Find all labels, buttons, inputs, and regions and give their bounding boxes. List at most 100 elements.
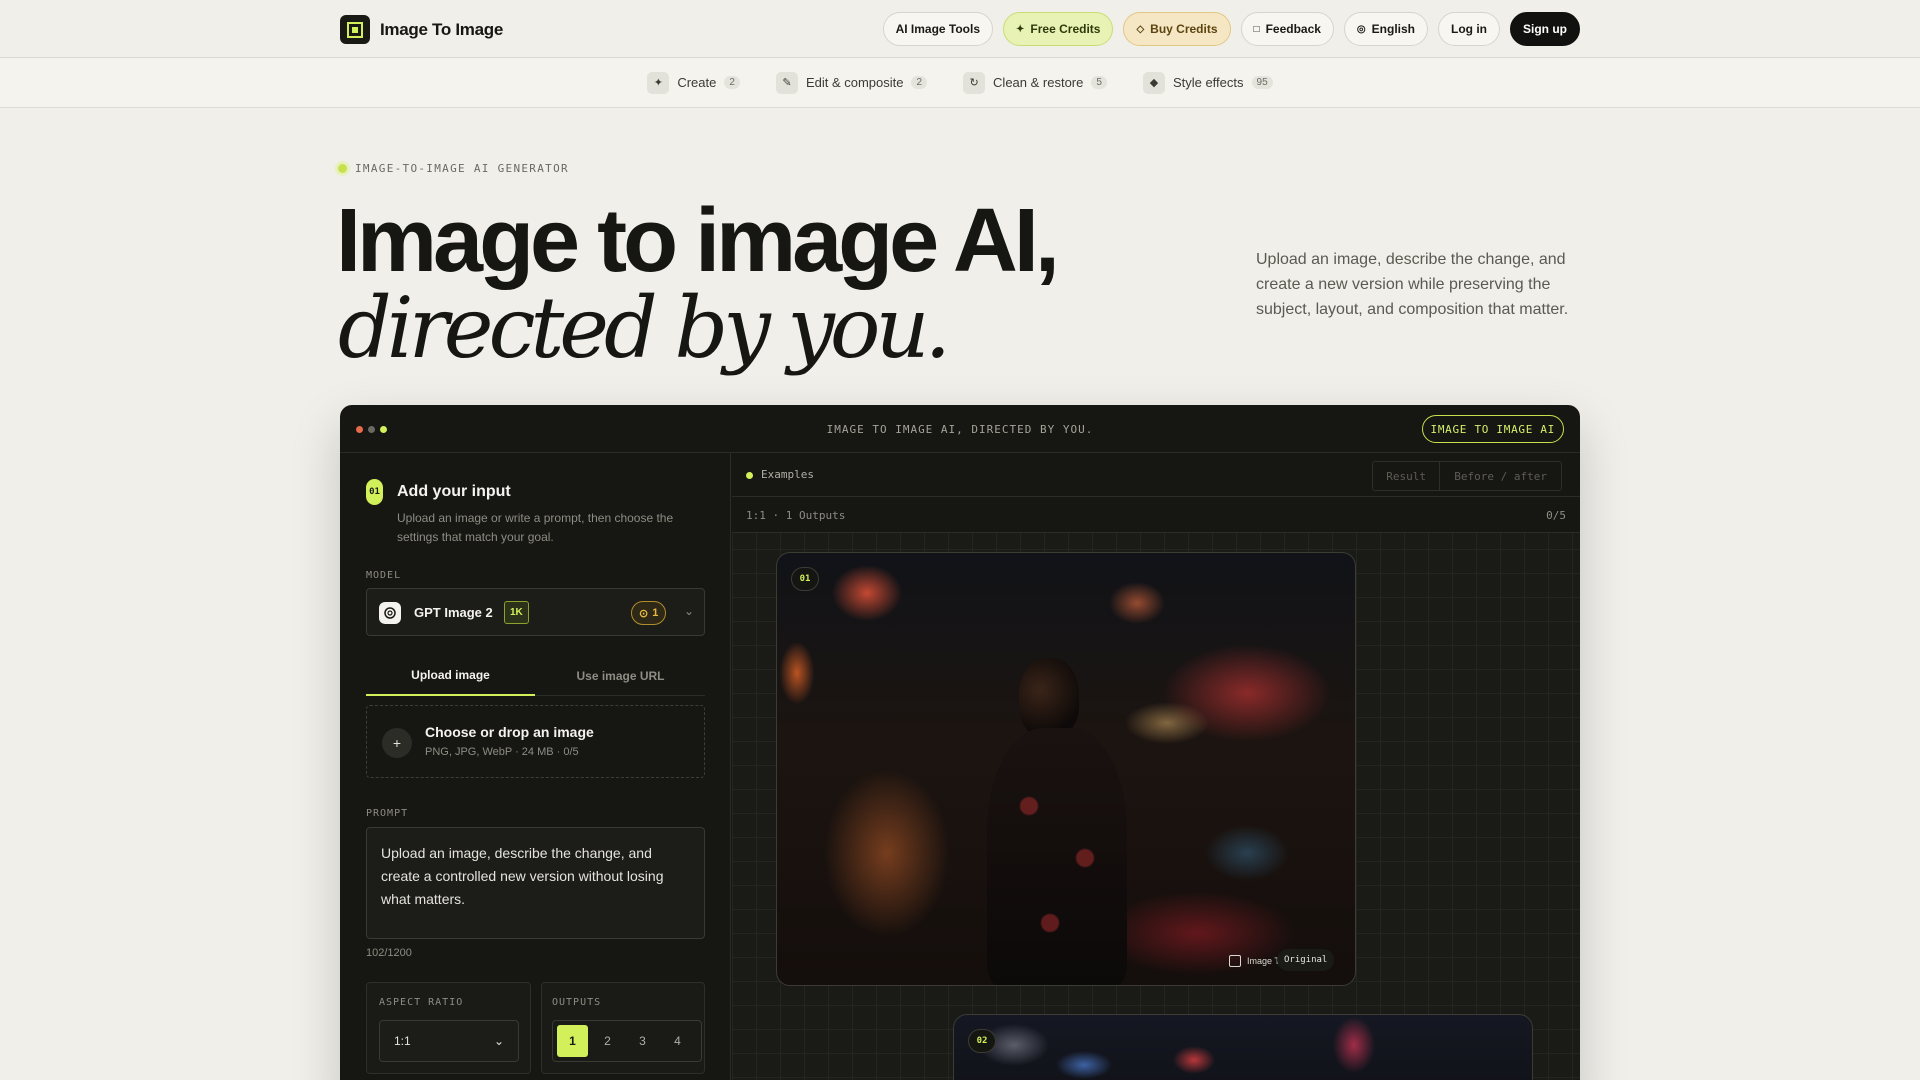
- outputs-selector: 1 2 3 4: [552, 1020, 702, 1062]
- example-card[interactable]: 01 Image To Image Original: [776, 552, 1356, 986]
- outputs-box: OUTPUTS 1 2 3 4: [541, 982, 705, 1074]
- category-count: 2: [911, 76, 928, 89]
- examples-panel: Examples Result Before / after 1:1 · 1 O…: [732, 453, 1580, 1080]
- input-panel: 01 Add your input Upload an image or wri…: [340, 453, 731, 1080]
- step-description: Upload an image or write a prompt, then …: [397, 511, 674, 544]
- outputs-option[interactable]: 4: [662, 1025, 693, 1057]
- dropzone-subtitle: PNG, JPG, WebP · 24 MB · 0/5: [425, 746, 579, 758]
- sparkle-icon: ✦: [1016, 23, 1025, 35]
- feedback-button[interactable]: □ Feedback: [1240, 12, 1334, 46]
- outputs-option[interactable]: 3: [627, 1025, 658, 1057]
- prompt-char-count: 102/1200: [366, 947, 412, 959]
- category-count: 5: [1091, 76, 1107, 89]
- language-label: English: [1371, 22, 1415, 36]
- status-dot-icon: [746, 472, 753, 479]
- top-nav: Image To Image AI Image Tools ✦ Free Cred…: [0, 0, 1920, 58]
- model-label: MODEL: [366, 570, 402, 581]
- model-resolution-tag: 1K: [504, 601, 529, 624]
- credit-cost-chip: ⊙ 1: [631, 601, 667, 625]
- hero-title: Image to image AI,: [336, 191, 1060, 291]
- aspect-ratio-value: 1:1: [394, 1034, 411, 1048]
- category-label: Edit & composite: [805, 75, 904, 90]
- app-window-title: IMAGE TO IMAGE AI, DIRECTED BY YOU.: [826, 423, 1094, 436]
- feedback-label: Feedback: [1265, 22, 1321, 36]
- aspect-ratio-box: ASPECT RATIO 1:1 ⌄: [366, 982, 531, 1074]
- examples-counter: 0/5: [1546, 509, 1566, 522]
- signup-label: Sign up: [1523, 22, 1567, 36]
- example-card[interactable]: 02: [953, 1014, 1533, 1080]
- chevron-down-icon: ⌄: [683, 604, 694, 618]
- category-label: Clean & restore: [993, 75, 1084, 90]
- outputs-option[interactable]: 1: [557, 1025, 588, 1057]
- app-titlebar: IMAGE TO IMAGE AI, DIRECTED BY YOU. IMAG…: [340, 405, 1580, 453]
- category-create[interactable]: ✦ Create 2: [647, 71, 740, 94]
- prompt-textarea[interactable]: Upload an image, describe the change, an…: [366, 827, 705, 939]
- category-edit-composite[interactable]: ✎ Edit & composite 2: [775, 71, 928, 94]
- category-style-effects[interactable]: ◆ Style effects 95: [1142, 71, 1273, 94]
- example-photo-subject: [987, 728, 1127, 985]
- examples-header: Examples Result Before / after: [732, 453, 1580, 497]
- login-button[interactable]: Log in: [1438, 12, 1500, 46]
- dropzone-title: Choose or drop an image: [425, 724, 594, 740]
- ai-image-tools-button[interactable]: AI Image Tools: [882, 12, 994, 46]
- examples-meta: 1:1 · 1 Outputs: [746, 509, 846, 522]
- hero-eyebrow-label: IMAGE-TO-IMAGE AI GENERATOR: [355, 162, 569, 175]
- brand-name: Image To Image: [380, 19, 504, 39]
- hero-description: Upload an image, describe the change, an…: [1256, 251, 1569, 318]
- category-label: Create: [677, 75, 717, 90]
- coin-icon: ⊙: [639, 607, 649, 620]
- signup-button[interactable]: Sign up: [1510, 12, 1580, 46]
- hero-eyebrow: IMAGE-TO-IMAGE AI GENERATOR: [338, 162, 569, 175]
- login-label: Log in: [1451, 22, 1487, 36]
- sparkle-icon: ✦: [647, 71, 670, 94]
- app-window: IMAGE TO IMAGE AI, DIRECTED BY YOU. IMAG…: [340, 405, 1580, 1080]
- diamond-icon: ◇: [1136, 23, 1145, 35]
- free-credits-button[interactable]: ✦ Free Credits: [1003, 12, 1114, 46]
- refresh-icon: ↻: [963, 71, 986, 94]
- plus-icon: +: [382, 728, 412, 758]
- examples-label: Examples: [761, 468, 814, 481]
- step-title: Add your input: [397, 483, 511, 500]
- category-label: Style effects: [1172, 75, 1244, 90]
- view-toggle: Result Before / after: [1372, 461, 1562, 491]
- free-credits-label: Free Credits: [1030, 22, 1101, 36]
- category-nav: ✦ Create 2 ✎ Edit & composite 2 ↻ Clean …: [0, 58, 1920, 108]
- example-photo-subject: [1019, 658, 1079, 738]
- prompt-label: PROMPT: [366, 808, 409, 819]
- language-button[interactable]: ◎ English: [1343, 12, 1428, 46]
- square-icon: □: [1253, 23, 1260, 35]
- outputs-option[interactable]: 2: [592, 1025, 623, 1057]
- aspect-ratio-select[interactable]: 1:1 ⌄: [379, 1020, 519, 1062]
- app-badge: IMAGE TO IMAGE AI: [1421, 415, 1564, 443]
- aspect-ratio-label: ASPECT RATIO: [379, 997, 464, 1008]
- buy-credits-button[interactable]: ◇ Buy Credits: [1123, 12, 1231, 46]
- tab-upload-image[interactable]: Upload image: [366, 656, 535, 696]
- original-tag: Original: [1277, 949, 1335, 971]
- globe-icon: ◎: [1356, 23, 1366, 35]
- category-count: 2: [724, 76, 740, 89]
- model-select[interactable]: GPT Image 2 1K ⊙ 1 ⌄: [366, 588, 705, 636]
- ai-image-tools-label: AI Image Tools: [895, 22, 981, 36]
- category-clean-restore[interactable]: ↻ Clean & restore 5: [963, 71, 1107, 94]
- brand-logo[interactable]: Image To Image: [340, 15, 503, 44]
- brand-logo-icon: [1229, 955, 1241, 967]
- category-count: 95: [1251, 76, 1273, 89]
- view-result-button[interactable]: Result: [1373, 462, 1441, 490]
- buy-credits-label: Buy Credits: [1150, 22, 1218, 36]
- input-tabs: Upload image Use image URL: [366, 656, 705, 696]
- example-number-badge: 02: [968, 1029, 996, 1053]
- image-dropzone[interactable]: + Choose or drop an image PNG, JPG, WebP…: [366, 705, 705, 778]
- tab-use-image-url[interactable]: Use image URL: [536, 656, 705, 696]
- example-number-badge: 01: [791, 567, 819, 591]
- model-name: GPT Image 2: [414, 605, 493, 620]
- outputs-label: OUTPUTS: [552, 997, 602, 1008]
- examples-meta-bar: 1:1 · 1 Outputs 0/5: [732, 497, 1580, 533]
- hero-title-italic: directed by you.: [338, 279, 951, 377]
- credit-cost-value: 1: [652, 607, 659, 619]
- brand-logo-icon: [340, 15, 370, 44]
- chevron-down-icon: ⌄: [493, 1034, 504, 1048]
- openai-icon: [379, 602, 401, 624]
- view-before-after-button[interactable]: Before / after: [1440, 462, 1561, 490]
- step-badge: 01: [366, 479, 383, 505]
- pencil-icon: ✎: [775, 71, 798, 94]
